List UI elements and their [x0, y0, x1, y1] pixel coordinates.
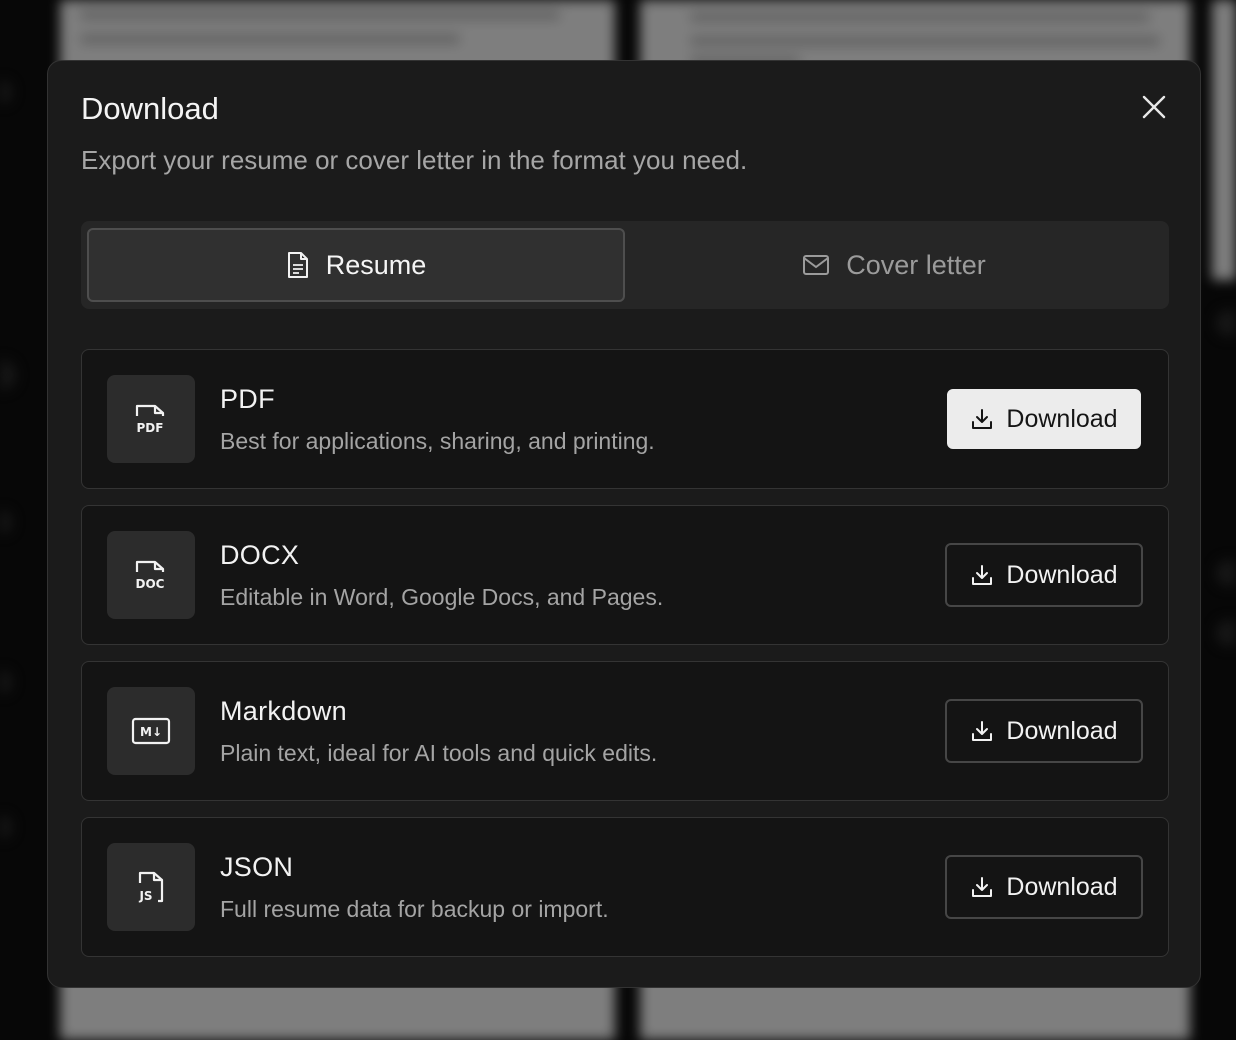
format-name: Markdown: [220, 696, 347, 726]
mail-icon: [803, 255, 830, 275]
format-icon-box: PDF: [107, 375, 195, 463]
download-dialog: Download Export your resume or cover let…: [47, 60, 1201, 988]
doc-file-icon: DOC: [136, 560, 165, 591]
pdf-file-icon: PDF: [135, 404, 165, 435]
format-description: Plain text, ideal for AI tools and quick…: [220, 740, 658, 766]
js-icon-text: JS: [138, 889, 152, 903]
document-type-tabs: Resume Cover letter: [81, 221, 1169, 309]
tab-resume-label: Resume: [325, 249, 427, 280]
markdown-icon-text: M↓: [140, 725, 162, 739]
close-icon: [1142, 95, 1166, 119]
download-icon: [972, 409, 993, 429]
download-icon: [972, 565, 993, 585]
markdown-icon: M↓: [131, 717, 171, 745]
format-row-markdown: M↓ Markdown Plain text, ideal for AI too…: [81, 661, 1169, 801]
download-button-label: Download: [1006, 872, 1118, 901]
download-button-label: Download: [1006, 716, 1118, 745]
pdf-icon-text: PDF: [137, 421, 164, 435]
js-file-icon: JS: [138, 871, 164, 903]
format-description: Editable in Word, Google Docs, and Pages…: [220, 584, 664, 610]
doc-icon-text: DOC: [136, 577, 165, 591]
dialog-title: Download: [81, 91, 219, 126]
document-icon: [287, 252, 308, 278]
download-icon: [972, 721, 993, 741]
dialog-subtitle: Export your resume or cover letter in th…: [81, 145, 748, 175]
tab-resume[interactable]: Resume: [87, 228, 625, 302]
format-icon-box: DOC: [107, 531, 195, 619]
close-button[interactable]: [1138, 91, 1170, 123]
download-button-label: Download: [1006, 560, 1118, 589]
format-row-pdf: PDF PDF Best for applications, sharing, …: [81, 349, 1169, 489]
format-description: Best for applications, sharing, and prin…: [220, 428, 655, 454]
format-icon-box: JS: [107, 843, 195, 931]
download-icon: [972, 877, 993, 897]
download-json-button[interactable]: Download: [945, 855, 1143, 919]
download-markdown-button[interactable]: Download: [945, 699, 1143, 763]
format-name: DOCX: [220, 540, 300, 570]
tab-cover-letter[interactable]: Cover letter: [625, 228, 1163, 302]
tab-cover-letter-label: Cover letter: [846, 249, 986, 280]
download-pdf-button[interactable]: Download: [947, 389, 1141, 449]
format-name: JSON: [220, 852, 294, 882]
format-row-docx: DOC DOCX Editable in Word, Google Docs, …: [81, 505, 1169, 645]
format-description: Full resume data for backup or import.: [220, 896, 609, 922]
format-name: PDF: [220, 384, 275, 414]
format-icon-box: M↓: [107, 687, 195, 775]
format-row-json: JS JSON Full resume data for backup or i…: [81, 817, 1169, 957]
download-button-label: Download: [1006, 404, 1118, 433]
download-docx-button[interactable]: Download: [945, 543, 1143, 607]
